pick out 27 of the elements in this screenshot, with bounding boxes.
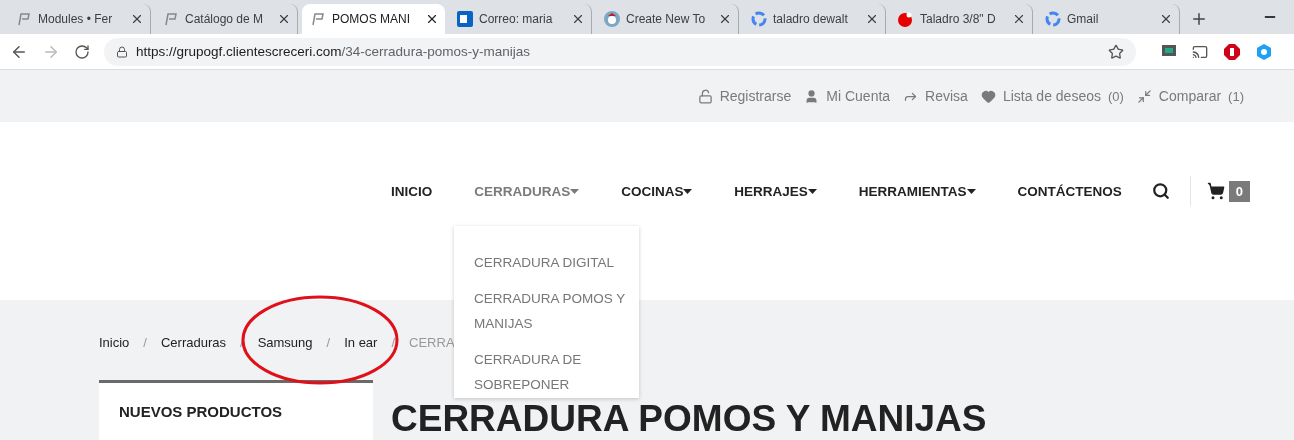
header-link[interactable]: Registrarse bbox=[697, 88, 792, 104]
header-link[interactable]: Comparar (1) bbox=[1136, 88, 1244, 104]
dropdown-item[interactable]: CERRADURA DIGITAL bbox=[474, 250, 627, 275]
breadcrumb-link[interactable]: Inicio bbox=[99, 334, 130, 350]
breadcrumb-link[interactable]: In ear bbox=[344, 334, 378, 350]
breadcrumb-link[interactable]: Samsung bbox=[257, 334, 313, 350]
nav-link[interactable]: COCINAS bbox=[621, 183, 693, 199]
nav-link[interactable]: INICIO bbox=[391, 183, 433, 199]
header-link[interactable]: Mi Cuenta bbox=[804, 88, 891, 104]
nav-link[interactable]: CERRADURAS bbox=[474, 183, 580, 199]
dropdown-item[interactable]: CERRADURA DE SOBREPONER bbox=[474, 347, 627, 397]
breadcrumb-link[interactable]: Cerraduras bbox=[161, 334, 226, 350]
url-text: https://grupogf.clientescreceri.com/34-cerradura-pomos-y-manijas bbox=[136, 44, 531, 59]
nav-link[interactable]: CONTÁCTENOS bbox=[1017, 183, 1122, 199]
dropdown-item[interactable]: CERRADURA POMOS Y MANIJAS bbox=[474, 286, 627, 336]
header-link[interactable]: Revisa bbox=[903, 88, 968, 104]
nav-link[interactable]: HERRAMIENTAS bbox=[858, 183, 976, 199]
address-field[interactable]: https://grupogf.clientescreceri.com/34-cerradura-pomos-y-manijas bbox=[104, 37, 1136, 66]
nav-link[interactable]: HERRAJES bbox=[734, 183, 817, 199]
breadcrumb-separator: / bbox=[326, 334, 331, 350]
page-title: CERRADURA POMOS Y MANIJAS bbox=[391, 398, 987, 440]
breadcrumb-separator: / bbox=[143, 334, 147, 350]
header-link[interactable]: Lista de deseos (0) bbox=[980, 88, 1124, 104]
sidebar-title: NUEVOS PRODUCTOS bbox=[119, 403, 283, 420]
breadcrumb-separator: / bbox=[391, 334, 396, 350]
cart-count: 0 bbox=[1228, 180, 1250, 202]
browser-tab[interactable]: POMOS MANI bbox=[302, 4, 445, 34]
